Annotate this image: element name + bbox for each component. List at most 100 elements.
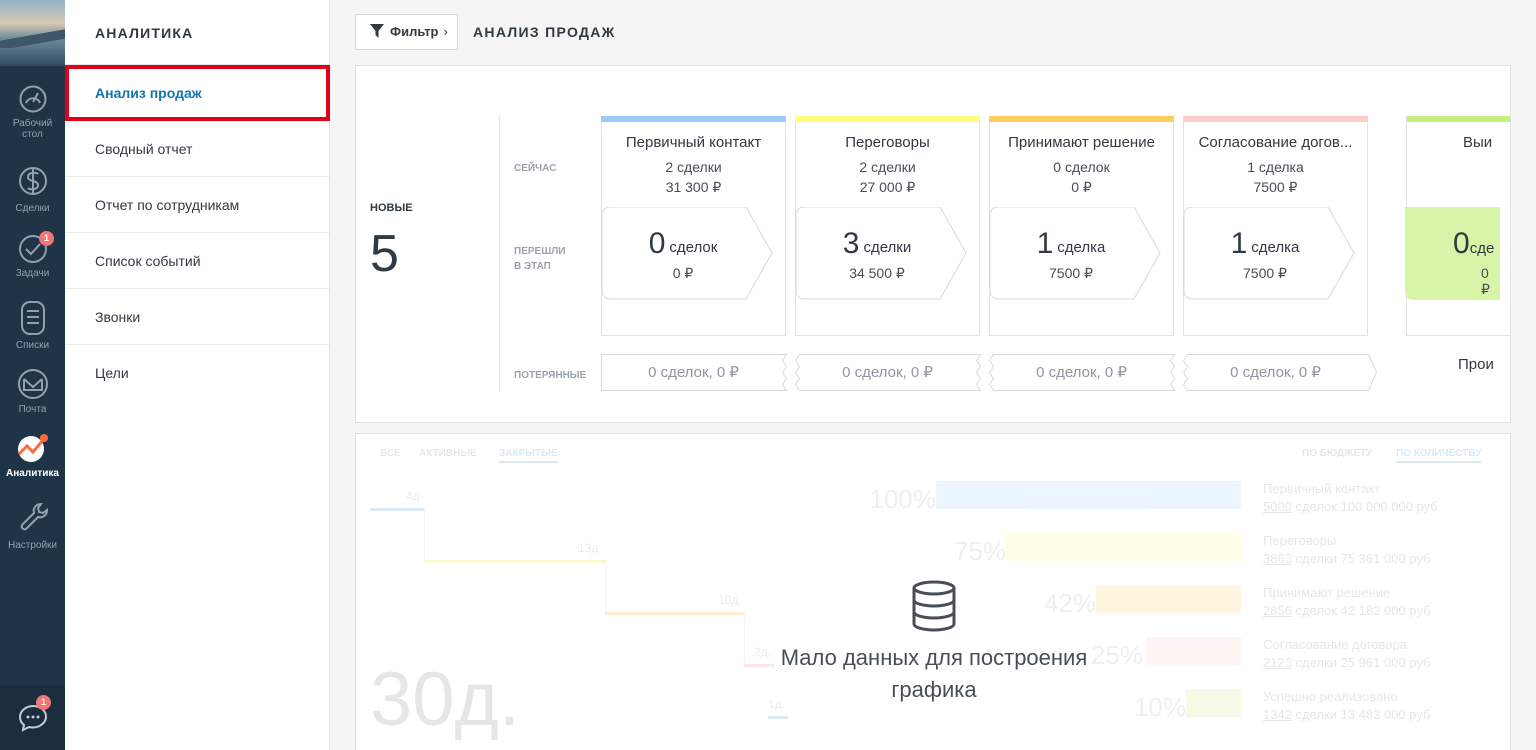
main-nav-rail: Рабочий стол Сделки Задачи 1 Списки Почта… [0,0,65,750]
rail-item-settings[interactable]: Настройки [0,500,65,551]
percent-label: 75% [953,536,1006,566]
total-days: 30д. [370,657,520,742]
stage-lost-cell[interactable]: 0 сделок, 0 ₽ [989,354,1182,391]
stage-sum: 0 ₽ [1071,179,1092,195]
conversion-chart-panel: ВСЕ АКТИВНЫЕ ЗАКРЫТЫЕ ПО БЮДЖЕТУ ПО КОЛИ… [355,433,1511,750]
stage-card[interactable]: Согласование догов... 1 сделка 7500 ₽ 1с… [1183,116,1368,336]
stage-moved-arrow[interactable]: 0 сделок 0 ₽ [598,207,774,300]
list-icon [20,301,45,335]
mode-by-count[interactable]: ПО КОЛИЧЕСТВУ [1396,448,1482,463]
stage-card[interactable]: Переговоры 2 сделки 27 000 ₽ 3 сделки 34 … [795,116,980,336]
chat-button[interactable]: 1 [0,685,65,750]
stage-count: 1 сделка [1247,159,1304,175]
duration-label: 10д. [718,593,742,607]
stage-color-bar [601,116,786,122]
tab-closed[interactable]: ЗАКРЫТЫЕ [499,448,558,463]
stage-moved-arrow[interactable]: 0сде 0 ₽ [1405,207,1500,300]
duration-step [768,716,788,719]
legend-item: Переговоры 3863 сделки 75 361 000 руб [1263,533,1431,566]
stage-name: Первичный контакт [625,134,762,151]
new-deals-label: НОВЫЕ [370,202,413,214]
filter-icon [370,24,384,38]
subnav-item-employee-report[interactable]: Отчет по сотрудникам [65,177,330,233]
speedometer-icon [19,85,46,113]
stage-sum: 7500 ₽ [1253,179,1298,195]
wrench-icon [20,503,48,531]
stage-card[interactable]: Первичный контакт 2 сделки 31 300 ₽ 0 сде… [601,116,786,336]
duration-label: 13д. [578,541,602,555]
legend-item: Успешно реализовано 1342 сделки 13 483 00… [1263,689,1431,722]
duration-step [370,508,425,511]
stage-moved-arrow[interactable]: 3 сделки 34 500 ₽ [792,207,968,300]
mode-by-budget[interactable]: ПО БЮДЖЕТУ [1302,448,1372,459]
stage-name: Переговоры [845,134,930,151]
rail-item-analytics[interactable]: Аналитика [0,432,65,479]
mail-icon [17,369,48,399]
stage-count: 2 сделки [665,159,722,175]
divider [499,116,500,391]
legend-item: Первичный контакт 5000 сделок 100 000 000… [1263,481,1438,514]
account-logo[interactable] [0,0,65,66]
duration-connector [605,560,606,612]
new-deals-count[interactable]: 5 [370,224,399,284]
empty-chart-message: Мало данных для построения графика [769,580,1099,706]
tab-active[interactable]: АКТИВНЫЕ [419,448,477,459]
stage-name: Выи [1463,134,1493,151]
duration-step [605,612,745,615]
duration-connector [424,508,425,560]
sales-funnel-panel: НОВЫЕ 5 СЕЙЧАС ПЕРЕШЛИ В ЭТАП ПОТЕРЯННЫЕ … [355,65,1511,423]
stage-moved-arrow[interactable]: 1 сделка 7500 ₽ [1180,207,1356,300]
analytics-subnav: АНАЛИТИКА Анализ продаж Сводный отчет От… [65,0,330,750]
stage-color-bar [1183,116,1368,122]
rail-item-mail[interactable]: Почта [0,368,65,415]
analytics-icon [17,434,48,462]
database-icon [912,580,956,632]
rail-item-tasks[interactable]: Задачи 1 [0,231,65,279]
stage-card[interactable]: Принимают решение 0 сделок 0 ₽ 1 сделка 7… [989,116,1174,336]
row-label-moved: ПЕРЕШЛИ В ЭТАП [514,246,566,272]
rail-item-deals[interactable]: Сделки [0,163,65,214]
percent-label: 10% [1133,692,1186,722]
stage-color-bar [1407,116,1510,122]
stage-lost-cell[interactable]: 0 сделок, 0 ₽ [601,354,794,391]
legend-item: Согласование договора 2123 сделки 25 961 … [1263,637,1431,670]
stage-card-won[interactable]: Выи 0сде 0 ₽ [1405,116,1510,336]
stage-sum: 27 000 ₽ [859,179,916,195]
legend-item: Принимают решение 2856 сделок 42 182 000 … [1263,585,1431,618]
tasks-badge: 1 [39,231,54,246]
row-label-lost: ПОТЕРЯННЫЕ [514,370,587,381]
stage-count: 0 сделок [1053,159,1110,175]
chat-badge: 1 [36,695,51,710]
subnav-item-summary-report[interactable]: Сводный отчет [65,121,330,177]
subnav-item-goals[interactable]: Цели [65,345,330,401]
chevron-right-icon: › [443,24,448,39]
funnel-bar [1096,585,1241,613]
stage-sum: 31 300 ₽ [665,179,722,195]
stage-moved-arrow[interactable]: 1 сделка 7500 ₽ [986,207,1162,300]
dollar-icon [18,167,47,195]
stage-lost-cell[interactable]: 0 сделок, 0 ₽ [795,354,988,391]
subnav-title: АНАЛИТИКА [95,25,194,41]
duration-connector [744,612,745,664]
rail-item-lists[interactable]: Списки [0,300,65,351]
subnav-item-calls[interactable]: Звонки [65,289,330,345]
rail-item-dashboard[interactable]: Рабочий стол [0,84,65,140]
tab-all[interactable]: ВСЕ [380,448,401,459]
page-title: АНАЛИЗ ПРОДАЖ [473,24,616,40]
duration-label: 4д. [406,489,424,503]
subnav-item-sales-analysis[interactable]: Анализ продаж [65,65,330,121]
stage-name: Принимают решение [1008,134,1155,151]
filter-button[interactable]: Фильтр › [355,14,458,50]
funnel-bar [1006,533,1241,561]
funnel-bar [1186,689,1241,717]
funnel-bar [936,481,1241,509]
stage-lost-cell[interactable]: 0 сделок, 0 ₽ [1183,354,1379,391]
empty-chart-text: Мало данных для построения графика [780,645,1088,702]
won-footer-text: Прои [1458,356,1494,373]
stage-name: Согласование догов... [1198,134,1353,151]
stage-color-bar [989,116,1174,122]
row-label-now: СЕЙЧАС [514,163,557,174]
percent-label: 100% [869,484,937,514]
duration-step [424,560,606,563]
subnav-item-events-list[interactable]: Список событий [65,233,330,289]
